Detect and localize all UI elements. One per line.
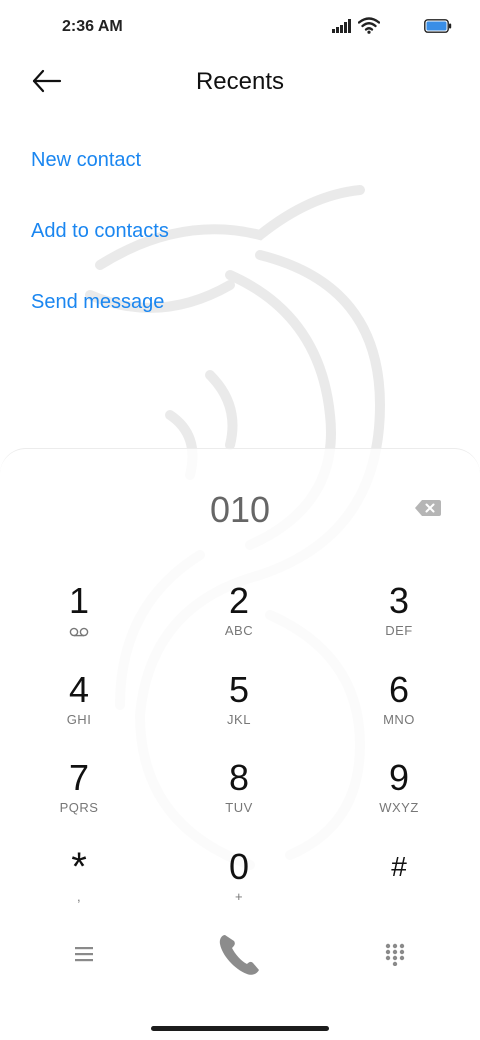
call-button[interactable]: [214, 929, 266, 981]
phone-icon: [219, 935, 259, 975]
new-contact-link[interactable]: New contact: [31, 149, 141, 172]
key-7[interactable]: 7 PQRS: [19, 754, 139, 832]
key-sub: GHI: [66, 712, 92, 727]
key-1[interactable]: 1: [19, 577, 139, 655]
key-2[interactable]: 2 ABC: [179, 577, 299, 655]
backspace-icon: [415, 500, 441, 516]
key-star[interactable]: * ,: [19, 843, 139, 921]
key-digit: 2: [228, 580, 250, 621]
menu-button[interactable]: [73, 944, 97, 964]
key-4[interactable]: 4 GHI: [19, 666, 139, 744]
home-indicator[interactable]: [151, 1026, 329, 1031]
key-digit: 0: [228, 846, 250, 887]
key-sub: WXYZ: [379, 800, 419, 815]
key-sub: ABC: [224, 623, 254, 638]
key-digit: 5: [228, 669, 250, 710]
dialpad-grid-icon: [385, 943, 405, 967]
key-sub: DEF: [385, 623, 413, 638]
key-digit: 7: [68, 757, 90, 798]
key-sub: PQRS: [59, 800, 99, 815]
key-sub: [339, 889, 459, 907]
top-bar: Recents: [0, 56, 480, 108]
wifi-icon: [358, 17, 380, 34]
dialpad-panel: 010 1 2 ABC 3 DEF 4 GHI 5 JKL 6 MNO 7 PQ…: [0, 448, 480, 1040]
status-bar: 2:36 AM: [0, 0, 480, 56]
menu-icon: [75, 947, 93, 962]
key-digit: *: [71, 845, 87, 889]
send-message-link[interactable]: Send message: [31, 291, 164, 314]
signal-icon: [332, 19, 351, 33]
key-sub: JKL: [227, 712, 251, 727]
key-digit: 1: [68, 580, 90, 621]
key-sub: MNO: [383, 712, 415, 727]
voicemail-icon: [69, 627, 89, 637]
status-time: 2:36 AM: [62, 18, 123, 35]
key-digit: 4: [68, 669, 90, 710]
key-sub: +: [234, 889, 244, 904]
key-digit: #: [391, 851, 407, 882]
key-9[interactable]: 9 WXYZ: [339, 754, 459, 832]
backspace-button[interactable]: [414, 499, 442, 517]
key-sub: TUV: [225, 800, 253, 815]
key-digit: 8: [228, 757, 250, 798]
add-to-contacts-link[interactable]: Add to contacts: [31, 220, 169, 243]
key-3[interactable]: 3 DEF: [339, 577, 459, 655]
key-sub: [19, 623, 139, 641]
key-hash[interactable]: #: [339, 843, 459, 921]
key-6[interactable]: 6 MNO: [339, 666, 459, 744]
key-5[interactable]: 5 JKL: [179, 666, 299, 744]
dialpad-toggle-button[interactable]: [384, 942, 406, 967]
dialed-number: 010: [209, 489, 271, 530]
key-digit: 9: [388, 757, 410, 798]
key-0[interactable]: 0 +: [179, 843, 299, 921]
key-sub: ,: [76, 889, 82, 904]
key-8[interactable]: 8 TUV: [179, 754, 299, 832]
page-title: Recents: [195, 68, 285, 95]
key-digit: 6: [388, 669, 410, 710]
dialpad-bottom-bar: [0, 929, 480, 989]
key-digit: 3: [388, 580, 410, 621]
battery-icon: [424, 19, 452, 33]
